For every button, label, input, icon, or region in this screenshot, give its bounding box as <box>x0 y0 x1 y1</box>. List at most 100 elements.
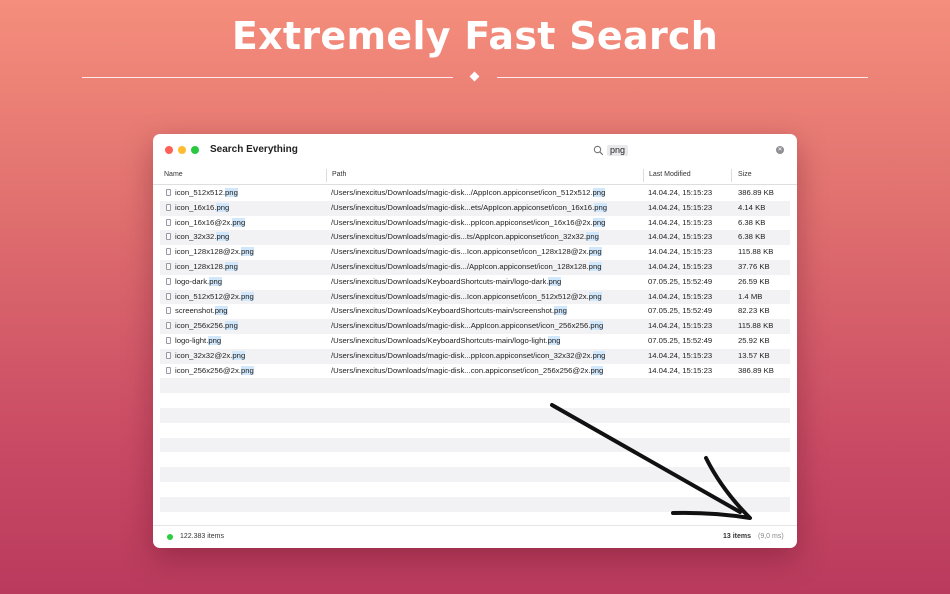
file-size: 37.76 KB <box>738 261 770 271</box>
file-name-match: png <box>240 291 254 301</box>
file-path-match: png <box>586 232 599 242</box>
table-row[interactable]: icon_256x256. png/Users/inexcitus/Downloa… <box>160 319 790 334</box>
search-icon <box>593 145 604 156</box>
file-name-prefix: icon_32x32@2x. <box>175 350 233 360</box>
minimize-window-button[interactable] <box>178 146 186 154</box>
column-separator[interactable] <box>326 169 327 182</box>
file-modified: 07.05.25, 15:52:49 <box>648 306 713 316</box>
file-icon <box>166 336 171 344</box>
file-modified: 07.05.25, 15:52:49 <box>648 335 713 345</box>
file-icon <box>166 233 171 241</box>
file-name-prefix: icon_512x512@2x. <box>175 291 241 301</box>
title-bar: Search Everything png ✕ <box>153 134 797 166</box>
zoom-window-button[interactable] <box>191 146 199 154</box>
file-modified: 14.04.24, 15:15:23 <box>648 217 713 227</box>
file-size: 25.92 KB <box>738 335 770 345</box>
table-header: Name Path Last Modified Size <box>153 167 797 185</box>
file-icon <box>166 292 171 300</box>
file-path: /Users/inexcitus/Downloads/magic-disk...… <box>331 188 606 197</box>
file-modified: 14.04.24, 15:15:23 <box>648 321 713 331</box>
file-size: 115.88 KB <box>738 247 774 257</box>
file-name-prefix: icon_16x16@2x. <box>175 217 233 227</box>
file-name-match: png <box>209 276 223 286</box>
column-separator[interactable] <box>643 169 644 182</box>
column-header-name[interactable]: Name <box>164 171 183 178</box>
file-path-match: png <box>548 276 562 286</box>
column-header-modified[interactable]: Last Modified <box>649 171 691 178</box>
file-modified: 14.04.24, 15:15:23 <box>648 202 713 212</box>
file-path-match: png <box>547 335 561 345</box>
file-name-match: png <box>216 202 230 212</box>
file-path-match: png <box>592 188 606 197</box>
file-size: 6.38 KB <box>738 232 766 242</box>
file-name-prefix: screenshot. <box>175 306 215 316</box>
file-name-prefix: icon_128x128. <box>175 261 226 271</box>
file-name: logo-dark.png <box>175 276 223 286</box>
file-icon <box>166 203 171 211</box>
file-name-prefix: icon_256x256@2x. <box>175 365 241 375</box>
file-path: /Users/inexcitus/Downloads/magic-dis...I… <box>331 291 602 301</box>
empty-row <box>160 393 790 408</box>
file-name-prefix: icon_256x256. <box>175 321 226 331</box>
column-header-size[interactable]: Size <box>738 171 752 178</box>
column-header-path[interactable]: Path <box>332 171 346 178</box>
table-row[interactable]: icon_32x32@2x. png/Users/inexcitus/Downlo… <box>160 348 790 364</box>
file-path-prefix: /Users/inexcitus/Downloads/magic-disk...… <box>331 202 595 212</box>
file-name: icon_256x256@2x.png <box>175 365 254 375</box>
table-row[interactable]: icon_16x16@2x.png/Users/inexcitus/Downlo… <box>160 216 790 231</box>
file-icon <box>166 262 171 270</box>
file-path-prefix: /Users/inexcitus/Downloads/magic-disk...… <box>331 365 591 375</box>
table-row[interactable]: logo-light.png/Users/inexcitus/Downloads… <box>160 334 790 349</box>
file-modified: 07.05.25, 15:52:49 <box>648 276 713 286</box>
total-items-count: 122.383 items <box>180 533 224 540</box>
file-icon <box>166 277 171 285</box>
file-path-prefix: /Users/inexcitus/Downloads/magic-disk...… <box>331 217 593 227</box>
file-path-prefix: /Users/inexcitus/Downloads/magic-disk...… <box>331 350 593 360</box>
file-path-match: png <box>590 365 604 375</box>
file-path-prefix: /Users/inexcitus/Downloads/magic-disk...… <box>331 321 591 331</box>
table-row[interactable]: icon_256x256@2x.png/Users/inexcitus/Down… <box>160 364 790 379</box>
file-name-prefix: logo-dark. <box>175 276 210 286</box>
file-path: /Users/inexcitus/Downloads/magic-disk...… <box>331 202 608 212</box>
file-size: 386.89 KB <box>738 188 774 197</box>
file-path-prefix: /Users/inexcitus/Downloads/magic-dis...t… <box>331 232 587 242</box>
file-path: /Users/inexcitus/Downloads/KeyboardShort… <box>331 276 562 286</box>
file-name-match: png <box>216 232 230 242</box>
file-path-match: png <box>554 306 567 316</box>
file-name-match: png <box>225 261 238 271</box>
file-icon <box>166 351 171 359</box>
empty-row <box>160 467 790 482</box>
file-size: 1.4 MB <box>738 291 763 301</box>
file-size: 26.59 KB <box>738 276 770 286</box>
column-separator[interactable] <box>731 169 732 182</box>
empty-row <box>160 437 790 453</box>
file-name: icon_128x128@2x.png <box>175 247 254 257</box>
file-path-match: png <box>588 247 602 257</box>
clear-search-icon[interactable]: ✕ <box>776 146 784 154</box>
file-name-prefix: icon_512x512. <box>175 188 226 197</box>
table-row[interactable]: icon_16x16.png/Users/inexcitus/Downloads… <box>160 200 790 216</box>
file-path-match: png <box>592 350 606 360</box>
table-row[interactable]: icon_128x128@2x.png/Users/inexcitus/Down… <box>160 245 790 260</box>
file-modified: 14.04.24, 15:15:23 <box>648 247 713 257</box>
empty-row <box>160 423 790 438</box>
file-path: /Users/inexcitus/Downloads/magic-disk...… <box>331 217 606 227</box>
close-window-button[interactable] <box>165 146 173 154</box>
table-row[interactable]: icon_128x128.png/Users/inexcitus/Downloa… <box>160 259 790 275</box>
file-modified: 14.04.24, 15:15:23 <box>648 365 713 375</box>
file-name-match: png <box>225 188 238 197</box>
file-path: /Users/inexcitus/Downloads/magic-disk...… <box>331 350 606 360</box>
file-path-match: png <box>590 321 604 331</box>
table-row[interactable]: logo-dark.png/Users/inexcitus/Downloads/… <box>160 275 790 290</box>
file-name: icon_512x512.png <box>175 188 238 197</box>
table-row[interactable]: icon_512x512@2x.png/Users/inexcitus/Down… <box>160 289 790 305</box>
headline: Extremely Fast Search <box>231 14 719 58</box>
search-input[interactable]: png <box>607 145 629 156</box>
app-window: Search Everything png ✕ Name Path Last M… <box>153 134 797 548</box>
file-size: 115.88 KB <box>738 321 774 331</box>
table-row[interactable]: icon_512x512.png/Users/inexcitus/Downloa… <box>160 186 790 201</box>
file-name-match: png <box>240 365 254 375</box>
table-row[interactable]: screenshot.png/Users/inexcitus/Downloads… <box>160 304 790 319</box>
table-row[interactable]: icon_32x32.png/Users/inexcitus/Downloads… <box>160 230 790 246</box>
file-name-prefix: icon_32x32. <box>175 232 217 242</box>
